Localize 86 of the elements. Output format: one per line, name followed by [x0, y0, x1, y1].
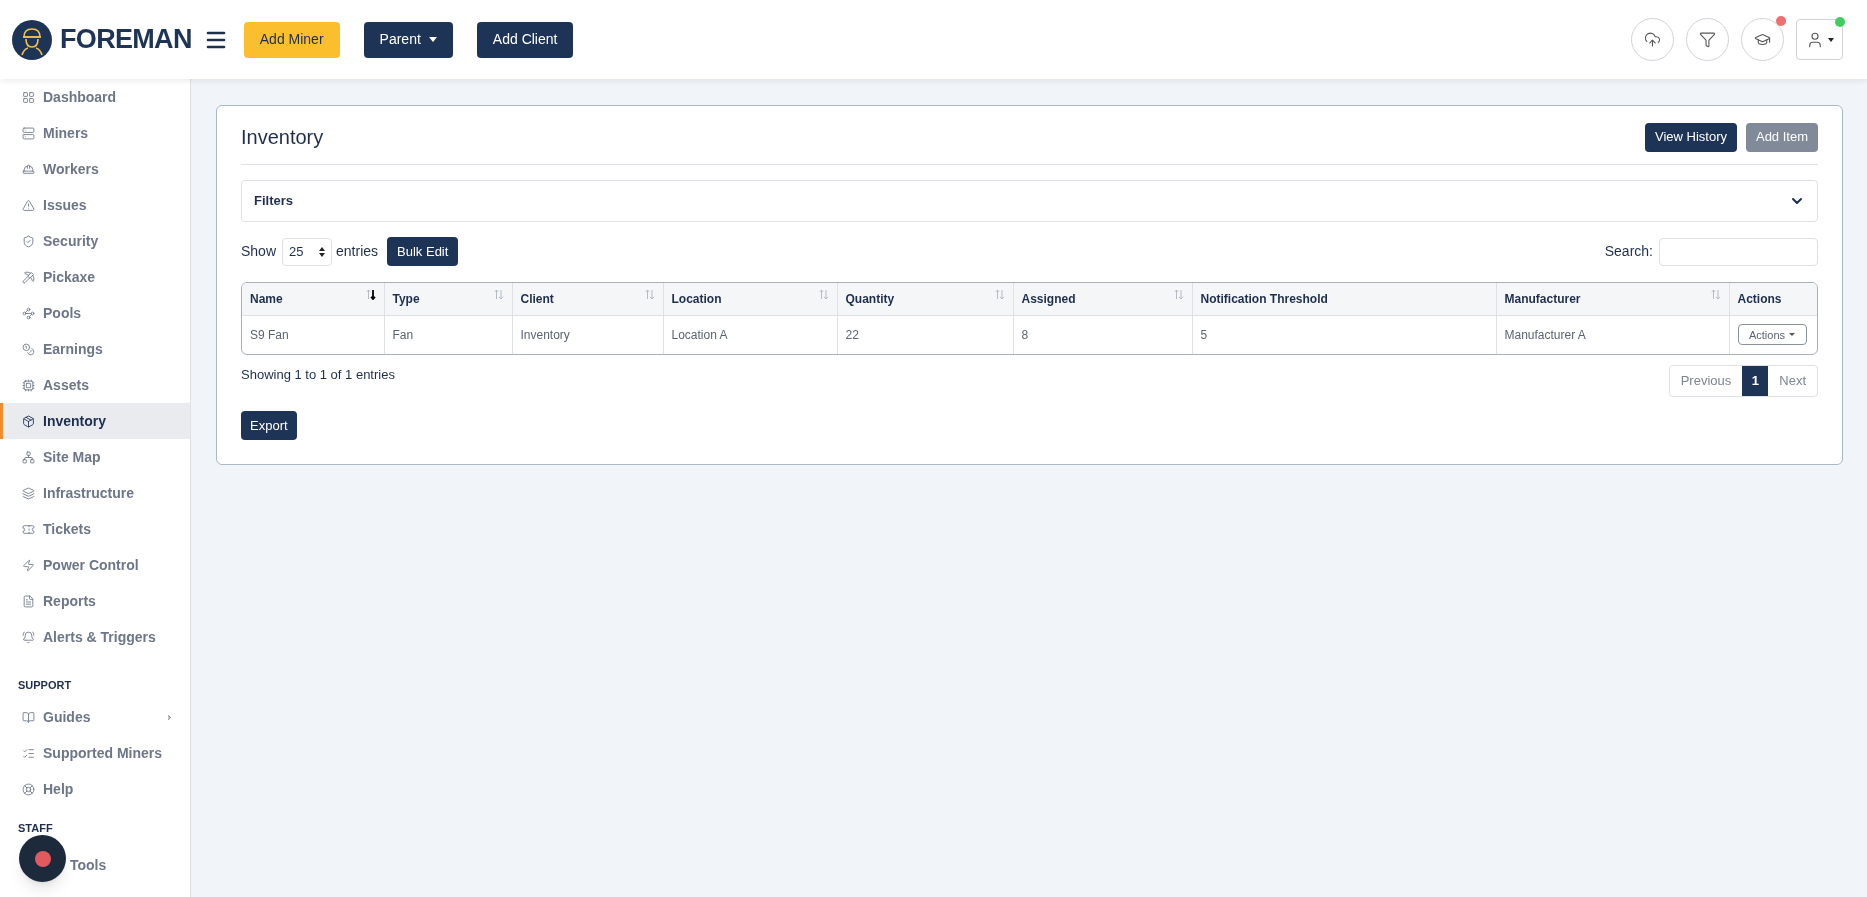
- table-cell: 22: [837, 315, 1013, 354]
- filters-panel[interactable]: Filters: [241, 180, 1818, 222]
- sidebar-item[interactable]: Miners: [0, 115, 190, 151]
- sidebar-item[interactable]: Help: [0, 771, 190, 808]
- table-cell: Location A: [663, 315, 837, 354]
- table-cell: Inventory: [512, 315, 663, 354]
- search-field[interactable]: [1659, 237, 1818, 266]
- document-icon: [22, 594, 35, 608]
- column-header[interactable]: Assigned: [1013, 283, 1192, 315]
- sidebar-item[interactable]: Tools: [0, 848, 190, 882]
- column-header[interactable]: Location: [663, 283, 837, 315]
- server-icon: [22, 126, 35, 140]
- book-icon: [22, 711, 35, 724]
- coins-icon: [22, 342, 35, 356]
- sidebar-item[interactable]: Power Control: [0, 547, 190, 583]
- layers-icon: [22, 486, 35, 500]
- sidebar-item[interactable]: Pickaxe: [0, 259, 190, 295]
- checklist-icon: [22, 747, 35, 760]
- caret-icon: [1789, 333, 1796, 337]
- header-button[interactable]: Add Miner: [243, 21, 340, 58]
- grid-icon: [22, 90, 35, 104]
- actions-button[interactable]: Actions: [1737, 324, 1807, 346]
- sidebar-item[interactable]: Dashboard: [0, 79, 190, 115]
- ticket-icon: [22, 522, 35, 536]
- entries-info: Showing 1 to 1 of 1 entries: [241, 366, 395, 384]
- nodes-icon: [22, 306, 35, 320]
- dropdown-button[interactable]: Parent: [363, 21, 453, 58]
- search-label: Search:: [1604, 242, 1653, 261]
- sidebar-item[interactable]: Reports: [0, 583, 190, 619]
- sidebar-item[interactable]: Workers: [0, 151, 190, 187]
- sidebar-item[interactable]: Alerts & Triggers: [0, 619, 190, 655]
- sidebar-item[interactable]: Inventory: [0, 403, 190, 439]
- bell-icon: [22, 630, 35, 644]
- helmet-icon: [22, 162, 35, 176]
- card-title: Inventory: [241, 125, 324, 150]
- export-button[interactable]: Export: [241, 411, 297, 440]
- logo-icon: [12, 19, 52, 60]
- sidebar-item[interactable]: Earnings: [0, 331, 190, 367]
- chip-icon: [22, 378, 35, 392]
- brand-name: FOREMAN: [60, 23, 192, 57]
- record-icon: [34, 850, 51, 867]
- upload-icon: [1644, 31, 1661, 48]
- lifebuoy-icon: [22, 783, 35, 796]
- sidebar-item[interactable]: Issues: [0, 187, 190, 223]
- table-cell: Manufacturer A: [1496, 315, 1729, 354]
- pickaxe-icon: [22, 270, 35, 284]
- column-header[interactable]: Name: [242, 283, 384, 315]
- bolt-icon: [22, 558, 35, 572]
- section-heading: SUPPORT: [17, 678, 73, 693]
- sidebar-item[interactable]: Infrastructure: [0, 475, 190, 511]
- table-cell: S9 Fan: [242, 315, 384, 354]
- box-icon: [22, 414, 35, 428]
- sort-caret-icon: [319, 246, 326, 257]
- shield-icon: [22, 234, 35, 248]
- graduation-cap-icon: [1754, 31, 1771, 48]
- column-header[interactable]: Quantity: [837, 283, 1013, 315]
- filter-icon: [1699, 31, 1716, 48]
- sidebar-item[interactable]: Guides: [0, 699, 190, 736]
- column-header: Notification Threshold: [1192, 283, 1496, 315]
- sidebar-item[interactable]: Supported Miners: [0, 735, 190, 772]
- sidebar-item[interactable]: Assets: [0, 367, 190, 403]
- sidebar-item[interactable]: Pools: [0, 295, 190, 331]
- network-icon: [22, 450, 35, 464]
- column-header[interactable]: Manufacturer: [1496, 283, 1729, 315]
- page-size-select[interactable]: 25: [282, 237, 333, 266]
- show-label: Show: [241, 242, 277, 261]
- user-menu-button[interactable]: [1796, 19, 1843, 60]
- pagination-link[interactable]: Next: [1768, 366, 1817, 396]
- pagination-link[interactable]: Previous: [1669, 366, 1743, 396]
- table-cell: Fan: [384, 315, 512, 354]
- column-header: Actions: [1729, 283, 1817, 315]
- column-header[interactable]: Type: [384, 283, 512, 315]
- page-button[interactable]: 1: [1742, 366, 1769, 396]
- sidebar-item[interactable]: Security: [0, 223, 190, 259]
- card-button[interactable]: View History: [1644, 122, 1737, 152]
- table-cell: 8: [1013, 315, 1192, 354]
- sidebar-item[interactable]: Tickets: [0, 511, 190, 547]
- table-cell: 5: [1192, 315, 1496, 354]
- column-header[interactable]: Client: [512, 283, 663, 315]
- section-heading: STAFF: [17, 820, 54, 836]
- caret-icon: [1827, 37, 1834, 42]
- entries-label: entries: [336, 242, 379, 261]
- bulk-edit-button[interactable]: Bulk Edit: [387, 237, 459, 266]
- sidebar-item[interactable]: Site Map: [0, 439, 190, 475]
- header-button[interactable]: Add Client: [476, 21, 574, 58]
- warning-icon: [22, 198, 35, 212]
